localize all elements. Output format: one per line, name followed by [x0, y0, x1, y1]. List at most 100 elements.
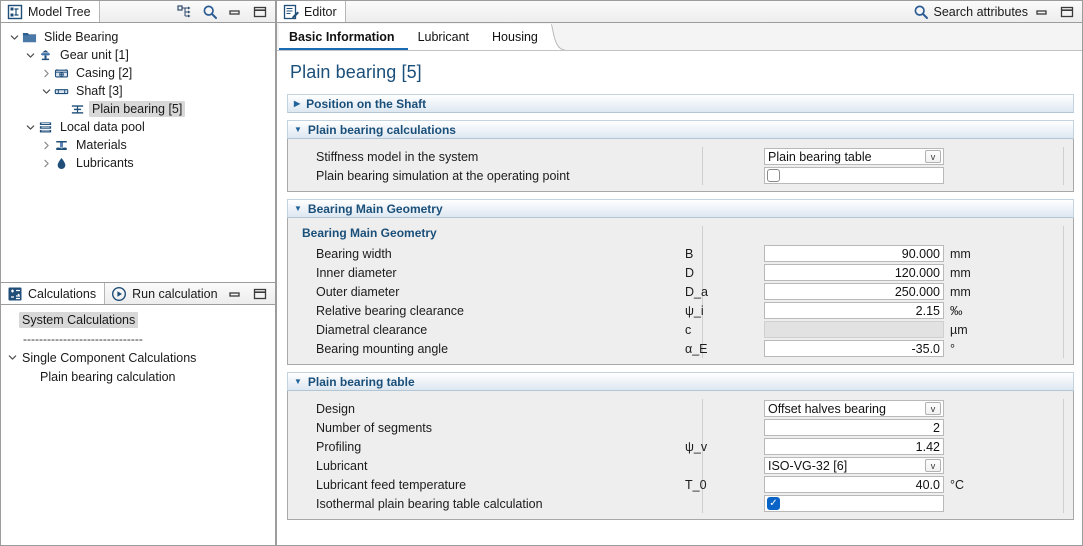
- section-bearing-main-geometry: ▼ Bearing Main Geometry Bearing Main Geome…: [287, 199, 1074, 365]
- tab-editor[interactable]: Editor: [277, 1, 346, 22]
- combobox[interactable]: ISO-VG-32 [6] v: [764, 457, 944, 474]
- editor-column: Editor Search attributes Basic Informati…: [276, 0, 1083, 546]
- field-control: 250.000: [764, 283, 944, 300]
- section-header-position-on-the-shaft[interactable]: ▶ Position on the Shaft: [287, 94, 1074, 113]
- calculations-item-system-calculations[interactable]: System Calculations: [1, 310, 275, 329]
- triangle-down-icon[interactable]: ▼: [294, 377, 302, 386]
- combobox-value: Offset halves bearing: [768, 401, 886, 416]
- search-icon[interactable]: [202, 4, 218, 20]
- combobox[interactable]: Plain bearing table v: [764, 148, 944, 165]
- field-control: ISO-VG-32 [6] v: [764, 457, 944, 474]
- field-control: ✓: [764, 495, 944, 512]
- twisty-down-icon[interactable]: [7, 33, 21, 42]
- triangle-down-icon[interactable]: ▼: [294, 125, 302, 134]
- checkbox-field[interactable]: ✓: [764, 495, 944, 512]
- model-tree[interactable]: Slide Bearing Gear unit [1] Casing [2] Shaf…: [1, 23, 275, 282]
- number-input[interactable]: 90.000: [764, 245, 944, 262]
- field-label: Lubricant: [316, 458, 368, 473]
- number-input[interactable]: 2.15: [764, 302, 944, 319]
- field-control: 1.42: [764, 438, 944, 455]
- tab-model-tree[interactable]: Model Tree: [1, 1, 100, 22]
- run-icon: [111, 286, 127, 302]
- twisty-down-icon[interactable]: [23, 123, 37, 132]
- field-control: 40.0: [764, 476, 944, 493]
- tab-lubricant[interactable]: Lubricant: [407, 24, 497, 50]
- calculations-item-plain-bearing-calculation[interactable]: Plain bearing calculation: [1, 367, 275, 386]
- tab-label: Lubricant: [417, 30, 470, 44]
- chevron-down-icon[interactable]: v: [925, 402, 941, 415]
- tree-item-gear-unit-1[interactable]: Gear unit [1]: [1, 46, 275, 64]
- field-control: -35.0: [764, 340, 944, 357]
- section-header-plain-bearing-calculations[interactable]: ▼ Plain bearing calculations: [287, 120, 1074, 139]
- twisty-down-icon[interactable]: [5, 353, 19, 362]
- minimize-icon[interactable]: [227, 4, 243, 20]
- field-row: Outer diameter D_a 250.000 mm: [288, 282, 1073, 301]
- minimize-icon[interactable]: [227, 286, 243, 302]
- number-input[interactable]: -35.0: [764, 340, 944, 357]
- number-input[interactable]: 250.000: [764, 283, 944, 300]
- combobox-value: ISO-VG-32 [6]: [768, 458, 848, 473]
- triangle-down-icon[interactable]: ▼: [294, 204, 302, 213]
- twisty-down-icon[interactable]: [39, 87, 53, 96]
- search-attributes-button[interactable]: Search attributes: [913, 1, 1035, 22]
- number-input[interactable]: 40.0: [764, 476, 944, 493]
- chevron-down-icon[interactable]: v: [925, 150, 941, 163]
- tree-item-label: Materials: [76, 138, 127, 152]
- section-header-plain-bearing-table[interactable]: ▼ Plain bearing table: [287, 372, 1074, 391]
- field-label: Diametral clearance: [316, 322, 428, 337]
- tree-item-slide-bearing[interactable]: Slide Bearing: [1, 28, 275, 46]
- field-label: Isothermal plain bearing table calculati…: [316, 496, 543, 511]
- section-header-bearing-main-geometry[interactable]: ▼ Bearing Main Geometry: [287, 199, 1074, 218]
- maximize-icon[interactable]: [252, 286, 268, 302]
- triangle-right-icon[interactable]: ▶: [294, 99, 300, 108]
- field-symbol: ψ_i: [685, 303, 704, 318]
- field-symbol: D_a: [685, 284, 708, 299]
- tab-run-calculation[interactable]: Run calculation: [105, 283, 225, 304]
- tree-item-label: Plain bearing [5]: [89, 101, 186, 117]
- field-control: [764, 321, 944, 338]
- combobox[interactable]: Offset halves bearing v: [764, 400, 944, 417]
- number-input[interactable]: 120.000: [764, 264, 944, 281]
- search-icon: [913, 4, 929, 20]
- calculations-panel: Calculations Run calculation System Calc…: [0, 283, 276, 546]
- data-pool-icon: [37, 120, 54, 135]
- tab-housing[interactable]: Housing: [482, 24, 565, 50]
- tree-layout-icon[interactable]: [177, 4, 193, 20]
- tree-item-label: Gear unit [1]: [60, 48, 129, 62]
- calculations-item-label: System Calculations: [19, 311, 139, 328]
- section-position-on-the-shaft: ▶ Position on the Shaft: [287, 94, 1074, 113]
- checkbox-field[interactable]: [764, 167, 944, 184]
- checkbox[interactable]: [767, 169, 780, 182]
- tree-item-casing-2[interactable]: Casing [2]: [1, 64, 275, 82]
- calculations-list[interactable]: System Calculations ---------------------…: [1, 305, 275, 545]
- chevron-down-icon[interactable]: v: [925, 459, 941, 472]
- calculations-item-label: Single Component Calculations: [22, 350, 197, 365]
- twisty-right-icon[interactable]: [39, 141, 53, 150]
- number-input[interactable]: 1.42: [764, 438, 944, 455]
- tree-item-plain-bearing-5[interactable]: Plain bearing [5]: [1, 100, 275, 118]
- twisty-right-icon[interactable]: [39, 159, 53, 168]
- section-plain-bearing-table: ▼ Plain bearing table Design Offset halve…: [287, 372, 1074, 520]
- field-label: Lubricant feed temperature: [316, 477, 467, 492]
- maximize-icon[interactable]: [1059, 4, 1075, 20]
- checkbox[interactable]: ✓: [767, 497, 780, 510]
- editor-titlebar-spacer: [346, 1, 913, 22]
- minimize-icon[interactable]: [1034, 4, 1050, 20]
- tree-item-lubricants[interactable]: Lubricants: [1, 154, 275, 172]
- tab-basic-information[interactable]: Basic Information: [279, 24, 422, 50]
- casing-icon: [53, 66, 70, 81]
- number-input[interactable]: 2: [764, 419, 944, 436]
- maximize-icon[interactable]: [252, 4, 268, 20]
- calculations-titlebar: Calculations Run calculation: [1, 283, 275, 305]
- tree-item-shaft-3[interactable]: Shaft [3]: [1, 82, 275, 100]
- twisty-right-icon[interactable]: [39, 69, 53, 78]
- field-label: Stiffness model in the system: [316, 149, 479, 164]
- tree-item-materials[interactable]: Materials: [1, 136, 275, 154]
- editor-tabstrip[interactable]: Basic Information Lubricant Housing: [277, 23, 1082, 51]
- twisty-down-icon[interactable]: [23, 51, 37, 60]
- tab-calculations[interactable]: Calculations: [1, 283, 106, 304]
- calculations-item-single-component-calculations[interactable]: Single Component Calculations: [1, 348, 275, 367]
- calculations-item-label: Plain bearing calculation: [40, 369, 176, 384]
- field-control: 90.000: [764, 245, 944, 262]
- tree-item-local-data-pool[interactable]: Local data pool: [1, 118, 275, 136]
